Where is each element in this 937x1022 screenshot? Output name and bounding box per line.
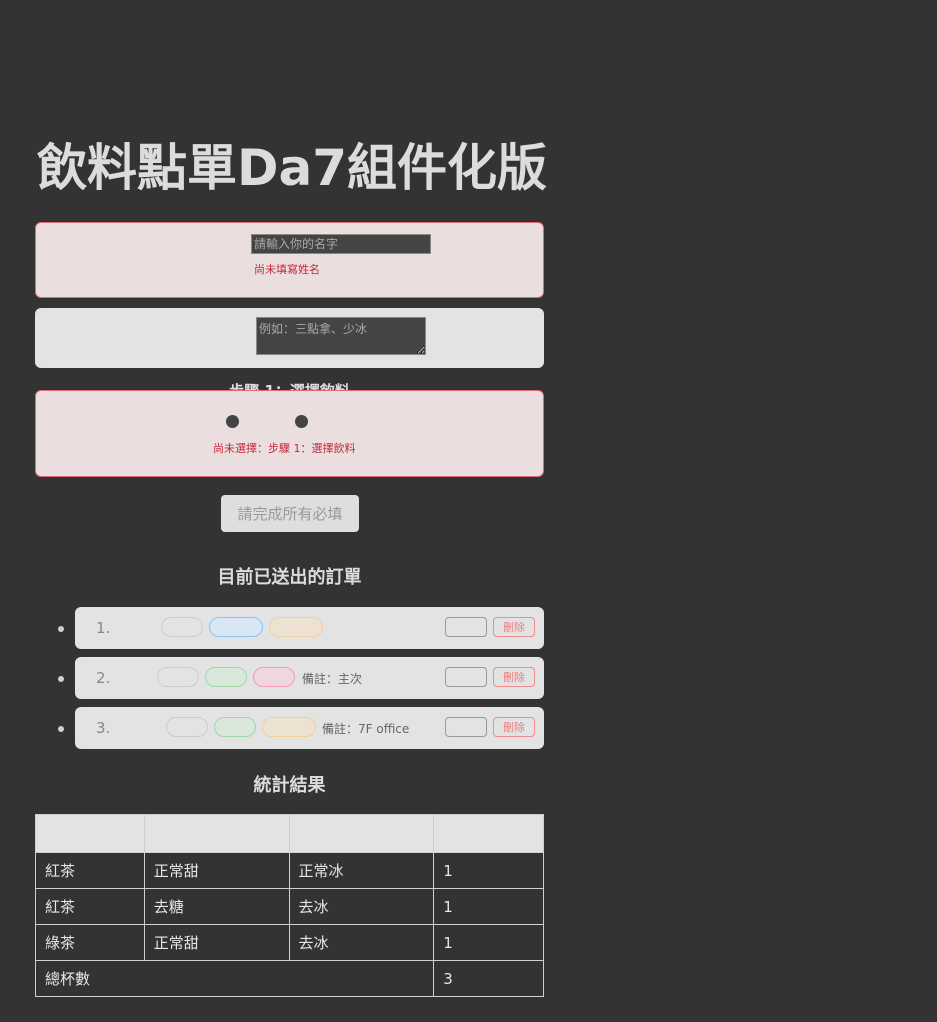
ice-cell: 去冰: [288, 888, 435, 925]
order-number: 1.: [96, 619, 111, 637]
name-input[interactable]: [251, 234, 431, 254]
drink-cell: 綠茶: [35, 924, 145, 961]
total-value: 3: [433, 960, 544, 997]
quantity-input[interactable]: [445, 617, 487, 637]
name-field-card: 尚未填寫姓名: [35, 222, 544, 298]
delete-button[interactable]: 刪除: [493, 667, 535, 687]
stats-header-row: [35, 814, 544, 853]
stats-header-cell: [35, 814, 145, 853]
order-number: 2.: [96, 669, 111, 687]
order-number: 3.: [96, 719, 111, 737]
delete-button[interactable]: 刪除: [493, 717, 535, 737]
order-row-2: 2. 備註：主次 刪除: [75, 657, 544, 699]
order-row-1: 1. 刪除: [75, 607, 544, 649]
drink-cell: 紅茶: [35, 888, 145, 925]
stats-table: 紅茶 正常甜 正常冰 1 紅茶 去糖 去冰 1 綠茶 正常甜 去冰 1 總杯數 …: [34, 814, 544, 997]
quantity-input[interactable]: [445, 667, 487, 687]
note-field-card: [35, 308, 544, 368]
drink-tag: [157, 667, 199, 687]
list-bullet: [58, 626, 64, 632]
sugar-cell: 正常甜: [143, 924, 290, 961]
drink-radio-2[interactable]: [295, 415, 308, 428]
drink-select-card: 尚未選擇：步驟 1：選擇飲料: [35, 390, 544, 477]
sugar-tag: [205, 667, 247, 687]
table-row: 紅茶 正常甜 正常冰 1: [35, 852, 544, 889]
note-textarea[interactable]: [256, 317, 426, 355]
page: 飲料點單Da7組件化版 尚未填寫姓名 步驟 1：選擇飲料 尚未選擇：步驟 1：選…: [0, 0, 937, 1022]
drink-radio-1[interactable]: [226, 415, 239, 428]
count-cell: 1: [433, 852, 544, 889]
order-note: 備註：主次: [302, 672, 363, 686]
drink-cell: 紅茶: [35, 852, 145, 889]
name-error-text: 尚未填寫姓名: [254, 263, 320, 276]
table-row: 紅茶 去糖 去冰 1: [35, 888, 544, 925]
list-bullet: [58, 676, 64, 682]
orders-heading: 目前已送出的訂單: [217, 567, 362, 588]
sugar-cell: 去糖: [143, 888, 290, 925]
sugar-tag: [209, 617, 263, 637]
stats-header-cell: [433, 814, 544, 853]
count-cell: 1: [433, 924, 544, 961]
sugar-tag: [214, 717, 256, 737]
ice-cell: 正常冰: [288, 852, 435, 889]
ice-cell: 去冰: [288, 924, 435, 961]
delete-button[interactable]: 刪除: [493, 617, 535, 637]
order-note: 備註：7F office: [322, 722, 410, 736]
ice-tag: [269, 617, 323, 637]
count-cell: 1: [433, 888, 544, 925]
total-row: 總杯數 3: [34, 960, 544, 997]
ice-tag: [262, 717, 316, 737]
stats-heading: 統計結果: [253, 775, 326, 796]
sugar-cell: 正常甜: [143, 852, 290, 889]
list-bullet: [58, 726, 64, 732]
order-row-3: 3. 備註：7F office 刪除: [75, 707, 544, 749]
step1-error-text: 尚未選擇：步驟 1：選擇飲料: [213, 442, 356, 455]
stats-header-cell: [143, 814, 290, 853]
drink-tag: [161, 617, 203, 637]
stats-header-cell: [288, 814, 435, 853]
page-title: 飲料點單Da7組件化版: [37, 139, 548, 197]
submit-button[interactable]: 請完成所有必填: [221, 495, 359, 532]
table-row: 綠茶 正常甜 去冰 1: [35, 924, 544, 961]
total-label: 總杯數: [34, 960, 435, 997]
quantity-input[interactable]: [445, 717, 487, 737]
ice-tag: [253, 667, 295, 687]
drink-tag: [166, 717, 208, 737]
